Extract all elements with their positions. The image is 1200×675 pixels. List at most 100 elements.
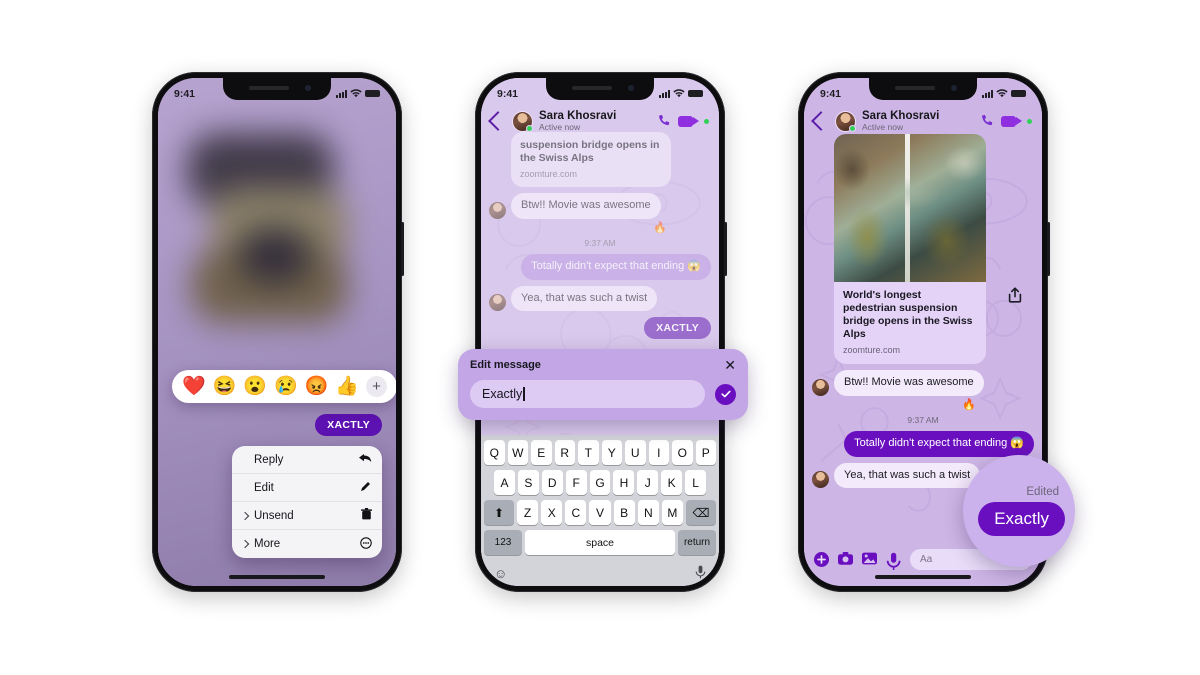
edited-message-magnifier: Edited Exactly bbox=[963, 455, 1075, 567]
reaction-bar[interactable]: ❤️ 😆 😮 😢 😡 👍 + bbox=[172, 370, 396, 403]
status-time: 9:41 bbox=[174, 87, 196, 100]
message-bubble[interactable]: Btw!! Movie was awesome bbox=[834, 370, 984, 396]
message-reaction[interactable]: 🔥 bbox=[812, 398, 1034, 411]
key-u[interactable]: U bbox=[625, 440, 646, 465]
aerial-suspension-bridge-photo[interactable] bbox=[834, 134, 986, 282]
key-a[interactable]: A bbox=[494, 470, 515, 495]
timestamp: 9:37 AM bbox=[907, 414, 939, 425]
phone-call-icon[interactable] bbox=[980, 114, 994, 128]
add-reaction-button[interactable]: + bbox=[366, 376, 388, 397]
key-x[interactable]: X bbox=[541, 500, 563, 525]
notch bbox=[223, 78, 331, 100]
context-menu-item-edit[interactable]: Edit bbox=[232, 474, 382, 502]
plus-icon[interactable] bbox=[814, 551, 829, 567]
laugh-reaction[interactable]: 😆 bbox=[213, 377, 237, 396]
sender-avatar bbox=[812, 378, 829, 396]
key-r[interactable]: R bbox=[554, 440, 575, 465]
thumbsup-reaction[interactable]: 👍 bbox=[335, 377, 359, 396]
key-w[interactable]: W bbox=[507, 440, 528, 465]
backspace-key[interactable]: ⌫ bbox=[685, 500, 716, 525]
context-menu-label: Unsend bbox=[254, 509, 294, 522]
link-preview-card[interactable]: suspension bridge opens in the Swiss Alp… bbox=[511, 132, 671, 188]
link-preview-body: World's longest pedestrian suspension br… bbox=[834, 282, 986, 364]
key-g[interactable]: G bbox=[589, 470, 611, 495]
link-preview-card[interactable]: World's longest pedestrian suspension br… bbox=[834, 134, 986, 365]
chevron-right-icon bbox=[240, 539, 250, 549]
video-call-icon[interactable] bbox=[678, 115, 699, 127]
key-k[interactable]: K bbox=[661, 470, 683, 495]
message-reaction[interactable]: 🔥 bbox=[489, 221, 711, 234]
text-caret bbox=[523, 387, 525, 401]
message-bubble[interactable]: Totally didn't expect that ending 😱 bbox=[521, 253, 711, 280]
key-o[interactable]: O bbox=[672, 440, 693, 465]
key-m[interactable]: M bbox=[661, 500, 683, 525]
battery-icon bbox=[365, 89, 380, 98]
link-preview-domain: zoomture.com bbox=[520, 169, 578, 180]
shift-key[interactable]: ⬆ bbox=[484, 500, 514, 525]
message-context-menu[interactable]: Reply Edit Unsend More bbox=[232, 446, 382, 558]
key-d[interactable]: D bbox=[541, 470, 563, 495]
back-chevron-icon[interactable] bbox=[488, 111, 508, 131]
message-bubble[interactable]: Yea, that was such a twist bbox=[834, 462, 981, 489]
key-t[interactable]: T bbox=[578, 440, 599, 465]
key-v[interactable]: V bbox=[589, 500, 611, 525]
chevron-right-icon bbox=[240, 511, 250, 520]
key-c[interactable]: C bbox=[565, 500, 587, 525]
return-key[interactable]: return bbox=[678, 530, 716, 555]
active-indicator-dot bbox=[704, 118, 709, 124]
microphone-icon[interactable] bbox=[886, 552, 901, 570]
gallery-icon[interactable] bbox=[862, 552, 877, 567]
front-camera bbox=[951, 85, 957, 91]
edited-label: Edited bbox=[1026, 486, 1059, 498]
edited-message-bubble[interactable]: Exactly bbox=[978, 502, 1065, 536]
message-bubble[interactable]: Yea, that was such a twist bbox=[511, 285, 658, 312]
on-screen-keyboard[interactable]: Q W E R T Y U I O P A S D F G H J K L ⬆ … bbox=[481, 435, 719, 586]
contact-avatar[interactable] bbox=[835, 110, 856, 132]
message-bubble-xactly[interactable]: XACTLY bbox=[644, 317, 711, 340]
key-y[interactable]: Y bbox=[601, 440, 622, 465]
key-l[interactable]: L bbox=[685, 470, 707, 495]
phone-2-frame: 9:41 Sara Khosravi Active now suspension… bbox=[475, 72, 727, 592]
key-j[interactable]: J bbox=[637, 470, 659, 495]
emoji-key[interactable]: ☺ bbox=[494, 566, 507, 581]
key-z[interactable]: Z bbox=[517, 500, 539, 525]
edit-message-input[interactable]: Exactly bbox=[470, 380, 705, 408]
message-bubble[interactable]: Btw!! Movie was awesome bbox=[511, 193, 661, 219]
wifi-icon bbox=[350, 89, 362, 98]
space-key[interactable]: space bbox=[525, 530, 675, 555]
key-f[interactable]: F bbox=[565, 470, 587, 495]
key-q[interactable]: Q bbox=[484, 440, 505, 465]
key-h[interactable]: H bbox=[613, 470, 635, 495]
dictation-key[interactable] bbox=[695, 565, 706, 582]
key-i[interactable]: I bbox=[648, 440, 669, 465]
key-n[interactable]: N bbox=[637, 500, 659, 525]
context-menu-item-reply[interactable]: Reply bbox=[232, 446, 382, 474]
key-s[interactable]: S bbox=[517, 470, 539, 495]
message-row-me: Totally didn't expect that ending 😱 bbox=[489, 253, 711, 280]
battery-icon bbox=[1011, 89, 1026, 98]
heart-reaction[interactable]: ❤️ bbox=[182, 377, 206, 396]
header-actions bbox=[657, 114, 709, 128]
message-bubble[interactable]: Totally didn't expect that ending 😱 bbox=[844, 430, 1034, 457]
link-preview-title: World's longest pedestrian suspension br… bbox=[843, 289, 973, 341]
angry-reaction[interactable]: 😡 bbox=[305, 377, 329, 396]
phone-call-icon[interactable] bbox=[657, 114, 671, 128]
sad-reaction[interactable]: 😢 bbox=[274, 377, 298, 396]
front-camera bbox=[628, 85, 634, 91]
wow-reaction[interactable]: 😮 bbox=[243, 377, 267, 396]
key-b[interactable]: B bbox=[613, 500, 635, 525]
camera-icon[interactable] bbox=[838, 551, 853, 567]
edit-message-sheet[interactable]: Edit message ✕ Exactly bbox=[458, 349, 748, 420]
contact-avatar[interactable] bbox=[512, 110, 533, 132]
video-call-icon[interactable] bbox=[1001, 115, 1022, 127]
context-menu-item-more[interactable]: More bbox=[232, 530, 382, 558]
close-icon[interactable]: ✕ bbox=[724, 358, 736, 372]
key-e[interactable]: E bbox=[531, 440, 552, 465]
share-icon[interactable] bbox=[1006, 286, 1024, 304]
numbers-key[interactable]: 123 bbox=[484, 530, 522, 555]
key-p[interactable]: P bbox=[695, 440, 716, 465]
back-chevron-icon[interactable] bbox=[811, 111, 831, 131]
confirm-edit-button[interactable] bbox=[715, 383, 736, 405]
selected-message-bubble[interactable]: XACTLY bbox=[315, 414, 382, 436]
context-menu-item-unsend[interactable]: Unsend bbox=[232, 502, 382, 530]
